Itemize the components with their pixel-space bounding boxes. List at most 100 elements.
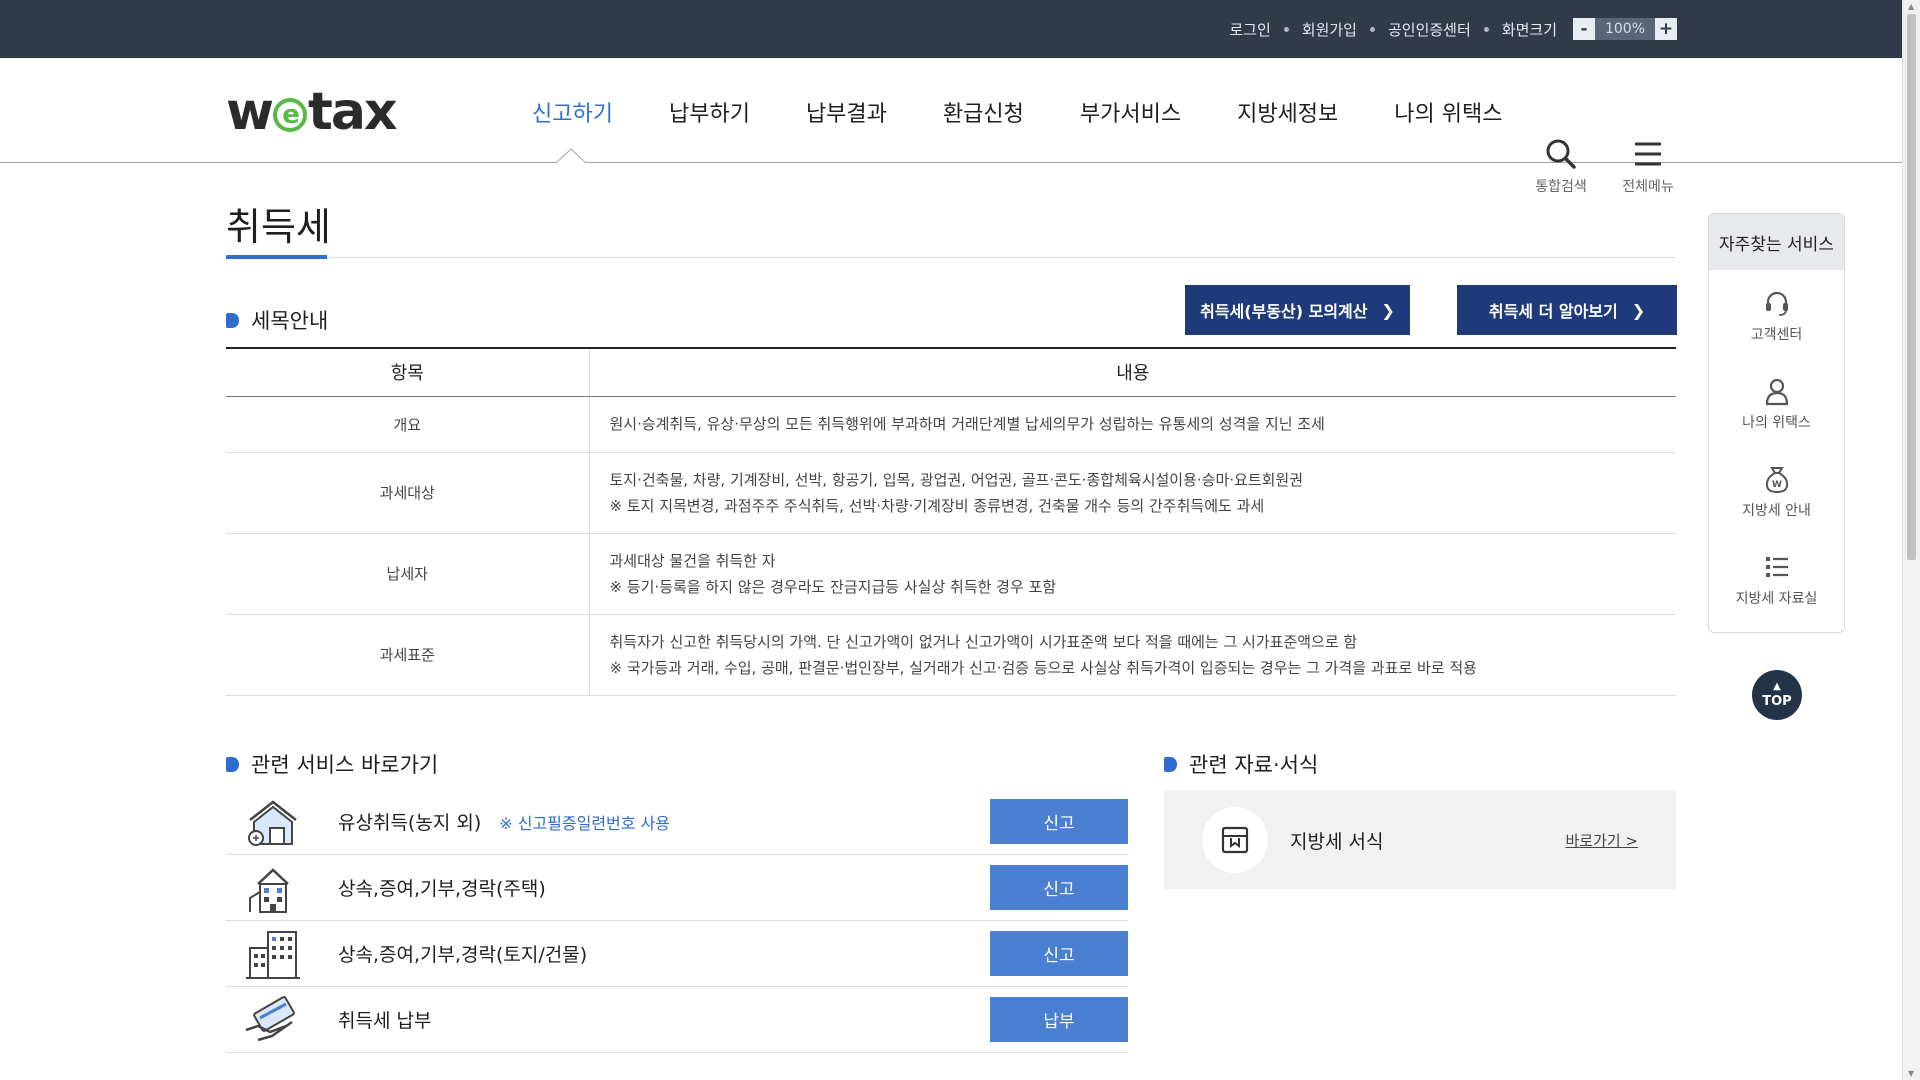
quick-menu: 자주찾는 서비스 고객센터 나의 위택스 W 지방세 안내 지방세 자료실 <box>1708 213 1845 633</box>
quick-item-my-wetax[interactable]: 나의 위택스 <box>1709 358 1844 446</box>
forms-heading: 관련 자료·서식 <box>1164 749 1318 779</box>
separator-dot <box>1483 26 1489 32</box>
page-title: 취득세 <box>226 205 331 249</box>
zoom-out-button[interactable]: - <box>1573 18 1595 40</box>
quick-item-label: 지방세 안내 <box>1742 503 1811 519</box>
menu-label: 전체메뉴 <box>1622 179 1674 195</box>
nav-report[interactable]: 신고하기 <box>532 96 613 128</box>
pay-button[interactable]: 납부 <box>990 997 1128 1042</box>
row-line: 과세대상 물건을 취득한 자 <box>609 551 776 570</box>
title-underline <box>226 255 327 259</box>
utility-links: 로그인 회원가입 공인인증센터 화면크기 - 100% + <box>1229 0 1677 58</box>
search-icon <box>1546 139 1576 169</box>
table-row: 과세표준 취득자가 신고한 취득당시의 가액. 단 신고가액이 없거나 신고가액… <box>226 614 1676 696</box>
svg-text:W: W <box>1772 480 1782 490</box>
join-link[interactable]: 회원가입 <box>1302 19 1357 40</box>
logo-w: w <box>226 82 274 142</box>
col-header-content: 내용 <box>589 347 1676 397</box>
service-note: ※ 신고필증일련번호 사용 <box>499 813 671 833</box>
document-box-icon <box>1221 826 1249 854</box>
search-button[interactable]: 통합검색 <box>1526 138 1596 196</box>
scroll-top-label: TOP <box>1762 694 1792 709</box>
caret-up-icon: ▲ <box>1773 681 1781 692</box>
scroll-up-arrow-icon[interactable]: ▲ <box>1908 2 1914 11</box>
row-content: 원시·승계취득, 유상·무상의 모든 취득행위에 부과하며 거래단계별 납세의무… <box>589 396 1676 453</box>
table-header-row: 항목 내용 <box>226 347 1676 397</box>
nav-payment-result[interactable]: 납부결과 <box>806 96 887 128</box>
list-icon <box>1765 557 1788 577</box>
section-bullet <box>226 312 239 328</box>
site-header: w e tax 신고하기 납부하기 납부결과 환급신청 부가서비스 지방세정보 나의… <box>0 58 1902 195</box>
nav-my-wetax[interactable]: 나의 위택스 <box>1394 96 1502 128</box>
active-nav-caret-icon <box>556 148 586 164</box>
utility-bar: 로그인 회원가입 공인인증센터 화면크기 - 100% + <box>0 0 1902 58</box>
zoom-in-button[interactable]: + <box>1655 18 1677 40</box>
quick-item-label: 나의 위택스 <box>1742 415 1811 431</box>
learn-more-button[interactable]: 취득세 더 알아보기 ❯ <box>1457 285 1677 335</box>
row-line: 토지·건축물, 차량, 기계장비, 선박, 항공기, 입목, 광업권, 어업권,… <box>609 470 1304 489</box>
quick-item-customer-center[interactable]: 고객센터 <box>1709 270 1844 358</box>
person-icon <box>1765 378 1788 406</box>
simulate-calc-button[interactable]: 취득세(부동산) 모의계산 ❯ <box>1185 285 1410 335</box>
row-item: 과세대상 <box>226 452 590 534</box>
report-button[interactable]: 신고 <box>990 799 1128 844</box>
service-label: 상속,증여,기부,경락(토지/건물) <box>338 944 588 966</box>
quick-item-label: 고객센터 <box>1750 327 1803 343</box>
forms-shortcut-link[interactable]: 바로가기 > <box>1565 830 1638 851</box>
screen-size-label: 화면크기 <box>1501 20 1557 39</box>
all-menu-button[interactable]: 전체메뉴 <box>1613 138 1683 196</box>
zoom-value: 100% <box>1595 18 1655 40</box>
service-row: 취득세 납부 납부 <box>226 987 1128 1053</box>
tax-guide-table: 항목 내용 개요 원시·승계취득, 유상·무상의 모든 취득행위에 부과하며 거… <box>226 347 1676 696</box>
nav-local-tax-info[interactable]: 지방세정보 <box>1237 96 1338 128</box>
logo-tax: tax <box>308 82 397 142</box>
scrollbar-thumb[interactable] <box>1907 14 1916 560</box>
forms-title: 지방세 서식 <box>1290 831 1384 853</box>
cert-center-link[interactable]: 공인인증센터 <box>1388 19 1471 40</box>
quick-item-label: 지방세 자료실 <box>1735 591 1818 607</box>
service-label: 취득세 납부 <box>338 1010 432 1032</box>
section-bullet <box>226 756 239 772</box>
page-scrollbar[interactable]: ▲ ▼ <box>1902 0 1920 1080</box>
row-item: 과세표준 <box>226 614 590 696</box>
money-bag-icon: W <box>1765 467 1788 494</box>
report-button[interactable]: 신고 <box>990 931 1128 976</box>
row-note: ※ 등기·등록을 하지 않은 경우라도 잔금지급등 사실상 취득한 경우 포함 <box>609 577 1057 596</box>
forms-card: 지방세 서식 바로가기 > <box>1164 790 1676 889</box>
service-row: 유상취득(농지 외) ※ 신고필증일련번호 사용 신고 <box>226 789 1128 855</box>
services-heading-text: 관련 서비스 바로가기 <box>251 753 439 777</box>
guide-heading-text: 세목안내 <box>251 309 329 333</box>
row-content: 취득자가 신고한 취득당시의 가액. 단 신고가액이 없거나 신고가액이 시가표… <box>589 614 1676 696</box>
quick-item-local-tax-library[interactable]: 지방세 자료실 <box>1709 534 1844 622</box>
login-link[interactable]: 로그인 <box>1229 19 1270 40</box>
row-line: 취득자가 신고한 취득당시의 가액. 단 신고가액이 없거나 신고가액이 시가표… <box>609 632 1358 651</box>
wetax-logo[interactable]: w e tax <box>226 82 398 142</box>
simulate-calc-label: 취득세(부동산) 모의계산 <box>1200 302 1368 321</box>
row-content: 과세대상 물건을 취득한 자 ※ 등기·등록을 하지 않은 경우라도 잔금지급등 … <box>589 533 1676 615</box>
col-header-item: 항목 <box>226 347 590 397</box>
scroll-top-button[interactable]: ▲ TOP <box>1752 670 1802 720</box>
zoom-control: - 100% + <box>1573 18 1677 40</box>
row-line: 원시·승계취득, 유상·무상의 모든 취득행위에 부과하며 거래단계별 납세의무… <box>609 415 1325 433</box>
row-item: 납세자 <box>226 533 590 615</box>
title-divider <box>226 257 1676 258</box>
nav-refund[interactable]: 환급신청 <box>943 96 1024 128</box>
headset-icon <box>1765 291 1788 316</box>
quick-item-local-tax-guide[interactable]: W 지방세 안내 <box>1709 446 1844 534</box>
table-row: 개요 원시·승계취득, 유상·무상의 모든 취득행위에 부과하며 거래단계별 납… <box>226 396 1676 453</box>
main-nav: 신고하기 납부하기 납부결과 환급신청 부가서비스 지방세정보 나의 위택스 <box>532 96 1558 128</box>
house-icon <box>248 799 297 846</box>
guide-heading: 세목안내 <box>226 305 328 335</box>
row-note: ※ 토지 지목변경, 과점주주 주식취득, 선박·차량·기계장비 종류변경, 건… <box>609 496 1265 515</box>
service-label: 유상취득(농지 외) <box>338 812 482 834</box>
scroll-down-arrow-icon[interactable]: ▼ <box>1908 1069 1914 1078</box>
chevron-right-icon: ❯ <box>1631 300 1646 320</box>
service-row: 상속,증여,기부,경락(주택) 신고 <box>226 855 1128 921</box>
section-bullet <box>1164 756 1177 772</box>
nav-extra-service[interactable]: 부가서비스 <box>1080 96 1181 128</box>
office-building-icon <box>246 930 300 979</box>
service-row: 상속,증여,기부,경락(토지/건물) 신고 <box>226 921 1128 987</box>
report-button[interactable]: 신고 <box>990 865 1128 910</box>
nav-payment[interactable]: 납부하기 <box>669 96 750 128</box>
logo-e: e <box>273 98 308 132</box>
